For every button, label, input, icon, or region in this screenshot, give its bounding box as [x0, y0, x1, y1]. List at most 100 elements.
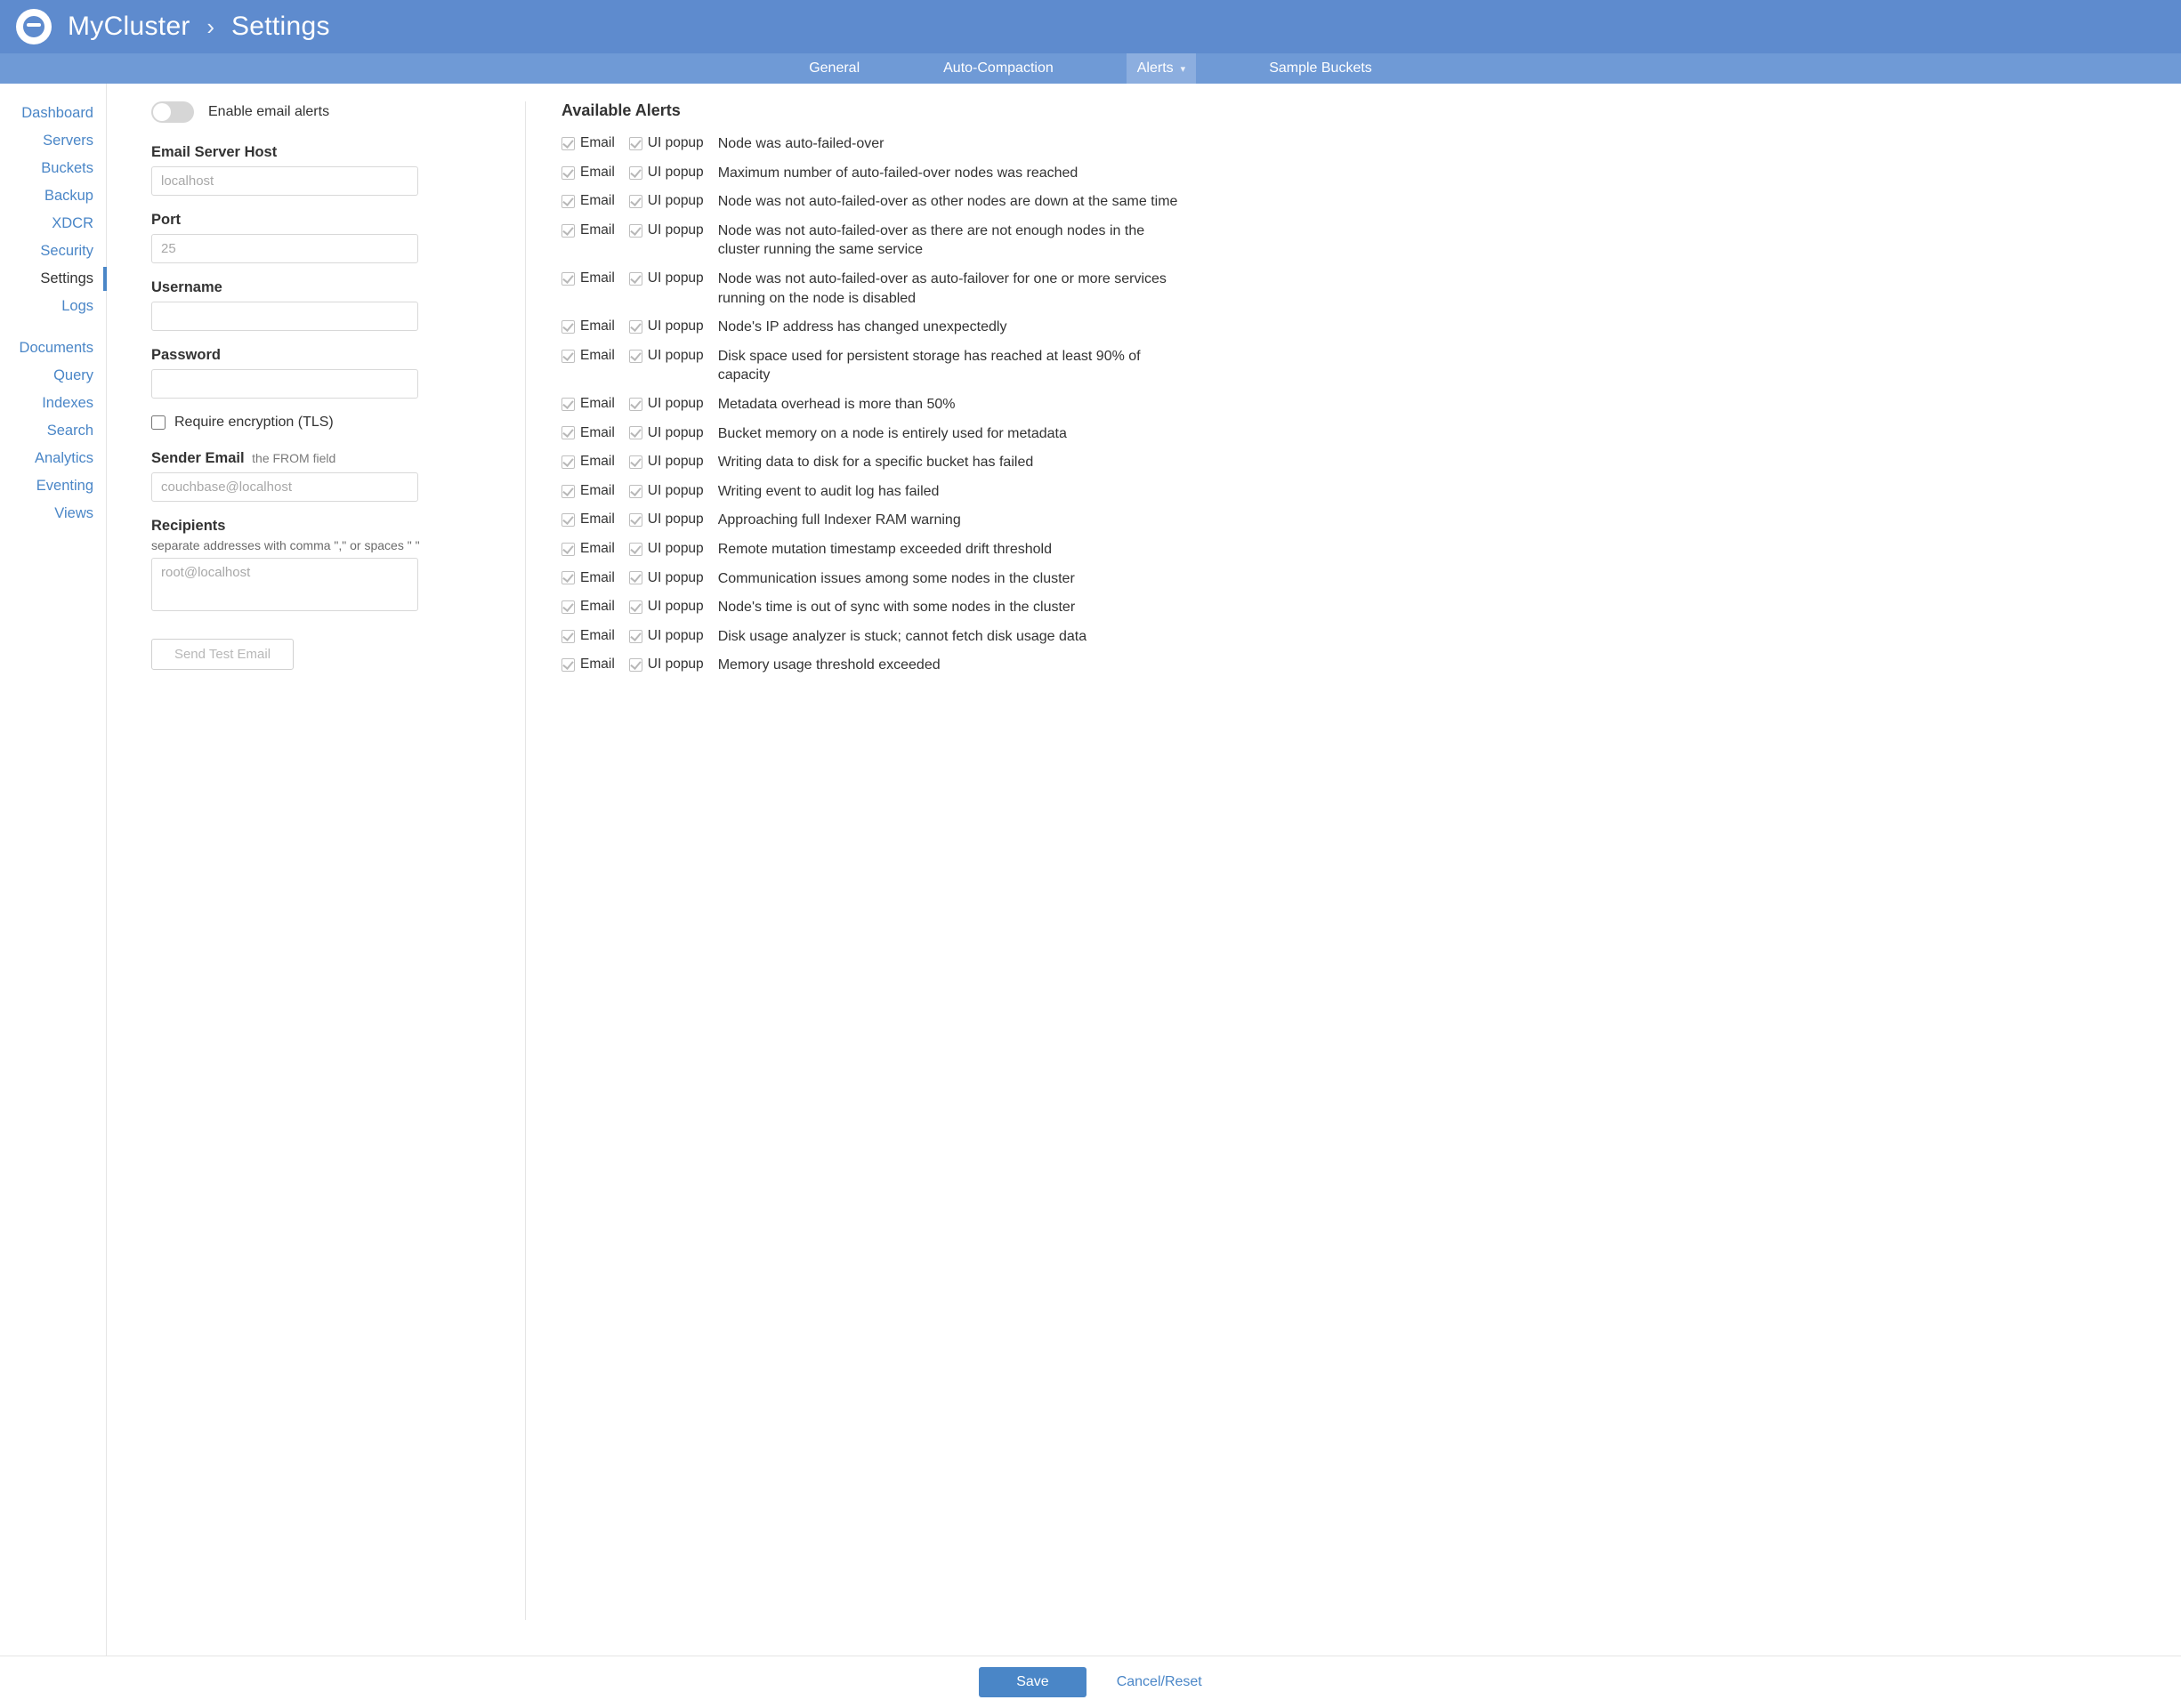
- alert-popup-checkbox-label: UI popup: [648, 511, 704, 529]
- checkbox-icon: [561, 630, 575, 643]
- alert-row: Email UI popup Memory usage threshold exce…: [561, 656, 1184, 675]
- alert-popup-checkbox[interactable]: UI popup: [629, 656, 704, 674]
- alert-email-checkbox[interactable]: Email: [561, 482, 615, 501]
- sidebar-item-indexes[interactable]: Indexes: [0, 390, 106, 417]
- alert-popup-checkbox[interactable]: UI popup: [629, 395, 704, 414]
- alert-row: EmailUI popupNode was not auto-failed-ov…: [561, 222, 1184, 260]
- recipients-label: Recipients: [151, 518, 489, 535]
- alert-popup-checkbox[interactable]: UI popup: [629, 511, 704, 529]
- alert-popup-checkbox[interactable]: UI popup: [629, 540, 704, 559]
- alert-email-checkbox[interactable]: Email: [561, 347, 615, 366]
- sidebar-item-buckets[interactable]: Buckets: [0, 155, 106, 182]
- alert-description: Bucket memory on a node is entirely used…: [718, 424, 1067, 444]
- password-input[interactable]: [151, 369, 418, 399]
- header: MyCluster › Settings: [0, 0, 2181, 53]
- sidebar-item-logs[interactable]: Logs: [0, 293, 106, 320]
- alert-email-checkbox[interactable]: Email: [561, 656, 615, 674]
- tab-alerts[interactable]: Alerts ▾: [1127, 53, 1196, 84]
- alert-email-checkbox[interactable]: Email: [561, 192, 615, 211]
- sidebar-item-xdcr[interactable]: XDCR: [0, 210, 106, 238]
- checkbox-icon: [561, 195, 575, 208]
- column-divider: [525, 101, 526, 1620]
- host-input[interactable]: [151, 166, 418, 196]
- alert-email-checkbox[interactable]: Email: [561, 540, 615, 559]
- sidebar-item-documents[interactable]: Documents: [0, 334, 106, 362]
- checkbox-icon: [561, 224, 575, 238]
- tab-sample-buckets[interactable]: Sample Buckets: [1258, 53, 1383, 84]
- alert-popup-checkbox[interactable]: UI popup: [629, 164, 704, 182]
- alert-email-checkbox-label: Email: [580, 164, 615, 182]
- alert-email-checkbox[interactable]: Email: [561, 598, 615, 616]
- alert-email-checkbox-label: Email: [580, 511, 615, 529]
- alert-description: Disk space used for persistent storage h…: [718, 347, 1184, 385]
- alert-popup-checkbox[interactable]: UI popup: [629, 627, 704, 646]
- alert-email-checkbox[interactable]: Email: [561, 511, 615, 529]
- alert-popup-checkbox-label: UI popup: [648, 395, 704, 414]
- alert-popup-checkbox[interactable]: UI popup: [629, 424, 704, 443]
- alert-popup-checkbox-label: UI popup: [648, 453, 704, 471]
- alert-email-checkbox[interactable]: Email: [561, 270, 615, 288]
- alert-row: Email UI popup Node was auto-failed-over: [561, 134, 1184, 154]
- page-title: Settings: [231, 12, 330, 41]
- alert-email-checkbox[interactable]: Email: [561, 424, 615, 443]
- alert-email-checkbox-label: Email: [580, 270, 615, 288]
- enable-email-alerts-label: Enable email alerts: [208, 104, 329, 120]
- alert-popup-checkbox-label: UI popup: [648, 598, 704, 616]
- tab-auto-compaction[interactable]: Auto-Compaction: [933, 53, 1064, 84]
- alert-email-checkbox[interactable]: Email: [561, 222, 615, 240]
- save-button[interactable]: Save: [979, 1667, 1086, 1697]
- alert-popup-checkbox[interactable]: UI popup: [629, 270, 704, 288]
- checkbox-icon: [629, 426, 642, 439]
- username-input[interactable]: [151, 302, 418, 331]
- sidebar-item-query[interactable]: Query: [0, 362, 106, 390]
- checkbox-icon: [629, 485, 642, 498]
- send-test-email-button[interactable]: Send Test Email: [151, 639, 294, 670]
- alert-email-checkbox[interactable]: Email: [561, 134, 615, 153]
- sender-input[interactable]: [151, 472, 418, 502]
- tab-general[interactable]: General: [798, 53, 870, 84]
- tls-checkbox[interactable]: [151, 415, 166, 430]
- checkbox-icon: [629, 272, 642, 286]
- alert-popup-checkbox[interactable]: UI popup: [629, 598, 704, 616]
- cluster-name[interactable]: MyCluster: [68, 12, 190, 41]
- alert-popup-checkbox[interactable]: UI popup: [629, 192, 704, 211]
- alert-popup-checkbox[interactable]: UI popup: [629, 134, 704, 153]
- alert-popup-checkbox-label: UI popup: [648, 540, 704, 559]
- alert-description: Node was auto-failed-over: [718, 134, 885, 154]
- alert-popup-checkbox[interactable]: UI popup: [629, 222, 704, 240]
- alert-popup-checkbox[interactable]: UI popup: [629, 347, 704, 366]
- sidebar-item-servers[interactable]: Servers: [0, 127, 106, 155]
- alert-popup-checkbox[interactable]: UI popup: [629, 569, 704, 588]
- alert-email-checkbox[interactable]: Email: [561, 453, 615, 471]
- sidebar-item-dashboard[interactable]: Dashboard: [0, 100, 106, 127]
- alert-email-checkbox-label: Email: [580, 656, 615, 674]
- alert-description: Node was not auto-failed-over as auto-fa…: [718, 270, 1184, 308]
- email-settings-form: Enable email alerts Email Server Host Po…: [151, 101, 489, 1620]
- alert-description: Memory usage threshold exceeded: [718, 656, 941, 675]
- alert-email-checkbox[interactable]: Email: [561, 569, 615, 588]
- recipients-help: separate addresses with comma "," or spa…: [151, 538, 489, 552]
- sidebar-item-backup[interactable]: Backup: [0, 182, 106, 210]
- sidebar-item-views[interactable]: Views: [0, 500, 106, 528]
- alert-popup-checkbox[interactable]: UI popup: [629, 453, 704, 471]
- recipients-input[interactable]: [151, 558, 418, 611]
- sidebar-item-analytics[interactable]: Analytics: [0, 445, 106, 472]
- checkbox-icon: [629, 224, 642, 238]
- sidebar-item-settings[interactable]: Settings: [0, 265, 106, 293]
- sidebar-item-eventing[interactable]: Eventing: [0, 472, 106, 500]
- alert-row: EmailUI popupMetadata overhead is more t…: [561, 395, 1184, 415]
- alert-email-checkbox[interactable]: Email: [561, 164, 615, 182]
- alert-email-checkbox-label: Email: [580, 569, 615, 588]
- sidebar-item-search[interactable]: Search: [0, 417, 106, 445]
- enable-email-alerts-toggle[interactable]: [151, 101, 194, 123]
- cancel-reset-button[interactable]: Cancel/Reset: [1117, 1674, 1202, 1690]
- port-input[interactable]: [151, 234, 418, 263]
- alert-email-checkbox-label: Email: [580, 540, 615, 559]
- sidebar-item-security[interactable]: Security: [0, 238, 106, 265]
- alert-email-checkbox[interactable]: Email: [561, 395, 615, 414]
- alert-email-checkbox[interactable]: Email: [561, 318, 615, 336]
- alert-email-checkbox[interactable]: Email: [561, 627, 615, 646]
- alert-popup-checkbox[interactable]: UI popup: [629, 318, 704, 336]
- alert-popup-checkbox[interactable]: UI popup: [629, 482, 704, 501]
- checkbox-icon: [629, 513, 642, 527]
